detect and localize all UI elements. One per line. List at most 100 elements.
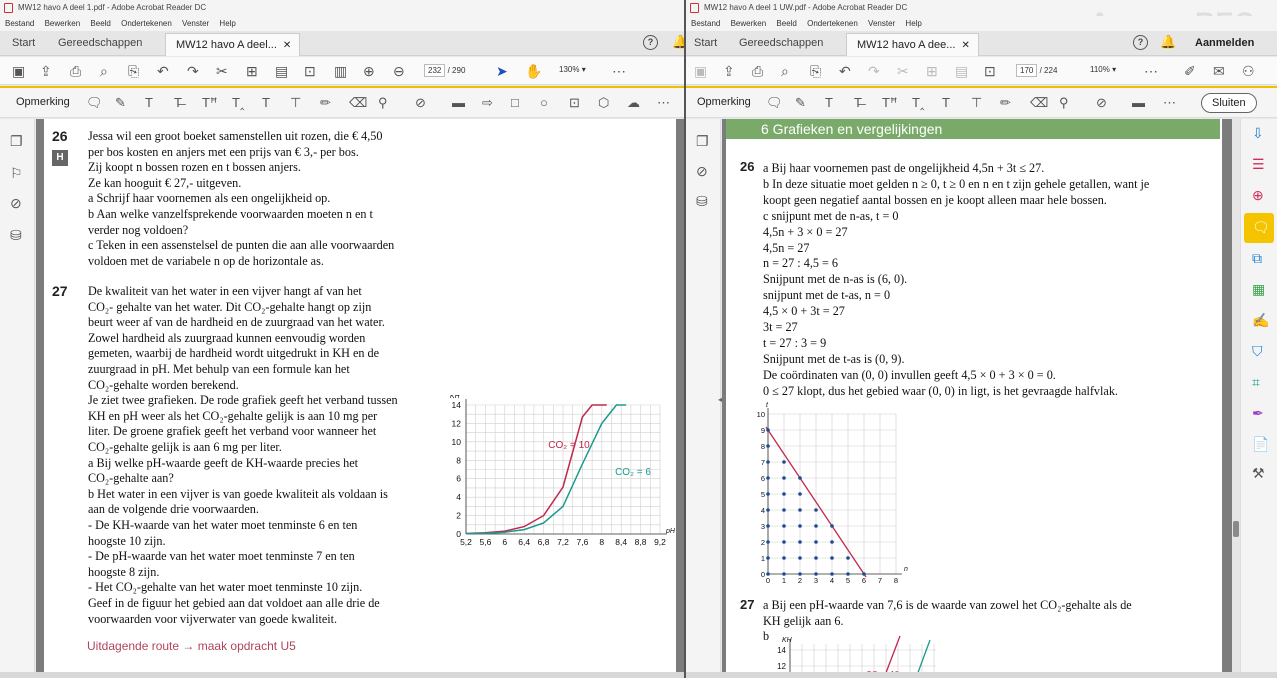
select-cursor-icon[interactable]: ➤ (496, 63, 508, 79)
insert-text-icon[interactable]: T‸ (912, 96, 924, 110)
more-comment-tools-icon[interactable]: ⋯ (1163, 96, 1176, 110)
menu-bewerken[interactable]: Bewerken (45, 19, 81, 28)
menu-bestand[interactable]: Bestand (691, 19, 720, 28)
tab-start[interactable]: Start (694, 37, 717, 49)
menu-venster[interactable]: Venster (868, 19, 895, 28)
pencil-icon[interactable]: ✏ (1000, 96, 1011, 110)
pencil-icon[interactable]: ✏ (320, 96, 331, 110)
text-box-icon[interactable]: ⊤ (971, 96, 982, 110)
save-icon[interactable]: ▣ (694, 63, 707, 79)
tab-document[interactable]: MW12 havo A dee... ✕ (846, 33, 979, 56)
arrow-icon[interactable]: ⇨ (482, 96, 493, 110)
certificate-icon[interactable]: 📄 (1252, 436, 1269, 453)
sticky-note-icon[interactable]: 🗨 (766, 96, 783, 110)
search-icon[interactable]: ⌕ (100, 63, 108, 79)
redo-icon[interactable]: ↷ (187, 63, 199, 79)
menu-ondertekenen[interactable]: Ondertekenen (807, 19, 858, 28)
crop-icon[interactable]: ⊞ (246, 63, 258, 79)
scissors-icon[interactable]: ✂ (897, 63, 909, 79)
stamp-icon[interactable]: ⚲ (378, 96, 388, 110)
search-icon[interactable]: ⌕ (781, 63, 789, 79)
bell-icon[interactable]: 🔔 (1160, 34, 1176, 50)
sticky-note-icon[interactable]: 🗨 (86, 96, 103, 110)
insert-text-icon[interactable]: T‸ (232, 96, 244, 110)
horizontal-scrollbar[interactable] (0, 672, 684, 678)
save-icon[interactable]: ▣ (12, 63, 25, 79)
page-number-input[interactable]: 232 (424, 64, 446, 77)
zoom-select[interactable]: 130% ▾ (559, 65, 586, 74)
menu-bewerken[interactable]: Bewerken (731, 19, 767, 28)
page-thumbnails-icon[interactable]: ❐ (696, 133, 709, 150)
underline-text-icon[interactable]: T (825, 96, 833, 110)
attachment-icon[interactable]: ⊘ (10, 195, 22, 212)
stamp-icon[interactable]: ⚲ (1059, 96, 1069, 110)
highlight-icon[interactable]: ✎ (795, 96, 806, 110)
menu-ondertekenen[interactable]: Ondertekenen (121, 19, 172, 28)
hand-tool-icon[interactable]: ✋ (525, 63, 542, 79)
challenge-route-text[interactable]: Uitdagende route → maak opdracht U5 (87, 639, 296, 653)
menu-bestand[interactable]: Bestand (5, 19, 34, 28)
callout-icon[interactable]: ⊡ (569, 96, 580, 110)
request-sign-icon[interactable]: ✒ (1252, 405, 1264, 422)
add-user-icon[interactable]: ⚇ (1242, 63, 1255, 79)
rectangle-icon[interactable]: □ (511, 96, 519, 110)
redo-icon[interactable]: ↷ (868, 63, 880, 79)
tab-document[interactable]: MW12 havo A deel... ✕ (165, 33, 301, 56)
clipboard-icon[interactable]: ▤ (955, 63, 968, 79)
scroll-thumb[interactable] (1233, 521, 1239, 537)
scan-icon[interactable]: ⌗ (1252, 374, 1260, 391)
more-tools-icon[interactable]: ⋯ (612, 63, 626, 79)
page-thumbnails-icon[interactable]: ❐ (10, 133, 23, 150)
share-icon[interactable]: ⎘ (810, 63, 821, 79)
vertical-scrollbar[interactable] (1232, 119, 1240, 678)
attachment-icon[interactable]: ⊘ (696, 163, 708, 180)
layers-icon[interactable]: ⛁ (10, 227, 22, 244)
tab-tools[interactable]: Gereedschappen (58, 37, 142, 49)
sign-in-button[interactable]: Aanmelden (1195, 37, 1254, 49)
zoom-select[interactable]: 110% ▾ (1090, 65, 1116, 74)
more-tools-wrench-icon[interactable]: ⚒ (1252, 465, 1265, 482)
bell-icon[interactable]: 🔔 (672, 34, 684, 50)
undo-icon[interactable]: ↶ (157, 63, 169, 79)
strikethrough-icon[interactable]: T̶ (174, 96, 182, 110)
page-down-icon[interactable]: ⊖ (393, 63, 405, 79)
line-icon[interactable]: ▬ (1132, 96, 1145, 110)
close-icon[interactable]: ✕ (283, 40, 291, 51)
organize-pages-icon[interactable]: ☰ (1252, 156, 1265, 173)
line-icon[interactable]: ▬ (452, 96, 465, 110)
combine-files-icon[interactable]: ⧉ (1252, 250, 1262, 267)
more-tools-icon[interactable]: ⋯ (1144, 63, 1158, 79)
polygon-icon[interactable]: ⬡ (598, 96, 609, 110)
menu-help[interactable]: Help (905, 19, 921, 28)
screenshot-icon[interactable]: ⊡ (304, 63, 316, 79)
attach-icon[interactable]: ⊘ (415, 96, 426, 110)
oval-icon[interactable]: ○ (540, 96, 548, 110)
protect-icon[interactable]: ⛉ (1252, 343, 1263, 360)
upload-icon[interactable]: ⇪ (40, 63, 52, 79)
menu-beeld[interactable]: Beeld (90, 19, 110, 28)
eraser-icon[interactable]: ⌫ (1030, 96, 1048, 110)
help-icon[interactable]: ? (643, 35, 658, 50)
help-icon[interactable]: ? (1133, 35, 1148, 50)
text-box-icon[interactable]: ⊤ (290, 96, 301, 110)
undo-icon[interactable]: ↶ (839, 63, 851, 79)
edit-pdf-icon[interactable]: ✐ (1184, 63, 1196, 79)
menu-beeld[interactable]: Beeld (776, 19, 796, 28)
add-text-icon[interactable]: T (262, 96, 270, 110)
replace-text-icon[interactable]: Tꟸ (882, 96, 897, 110)
spreadsheet-icon[interactable]: ▦ (1252, 281, 1265, 298)
replace-text-icon[interactable]: Tꟸ (202, 96, 217, 110)
fill-sign-icon[interactable]: ✍ (1252, 312, 1269, 329)
bookmark-icon[interactable]: ⚐ (10, 165, 23, 182)
highlight-icon[interactable]: ✎ (115, 96, 126, 110)
underline-text-icon[interactable]: T (145, 96, 153, 110)
print-icon[interactable]: ⎙ (70, 63, 81, 79)
crop-icon[interactable]: ⊞ (926, 63, 938, 79)
print-icon[interactable]: ⎙ (752, 63, 763, 79)
create-pdf-icon[interactable]: ⊕ (1252, 187, 1264, 204)
strikethrough-icon[interactable]: T̶ (854, 96, 862, 110)
menu-venster[interactable]: Venster (182, 19, 209, 28)
share-icon[interactable]: ⎘ (128, 63, 139, 79)
comment-tool-icon[interactable]: 🗨 (1252, 219, 1270, 236)
screenshot-icon[interactable]: ⊡ (984, 63, 996, 79)
